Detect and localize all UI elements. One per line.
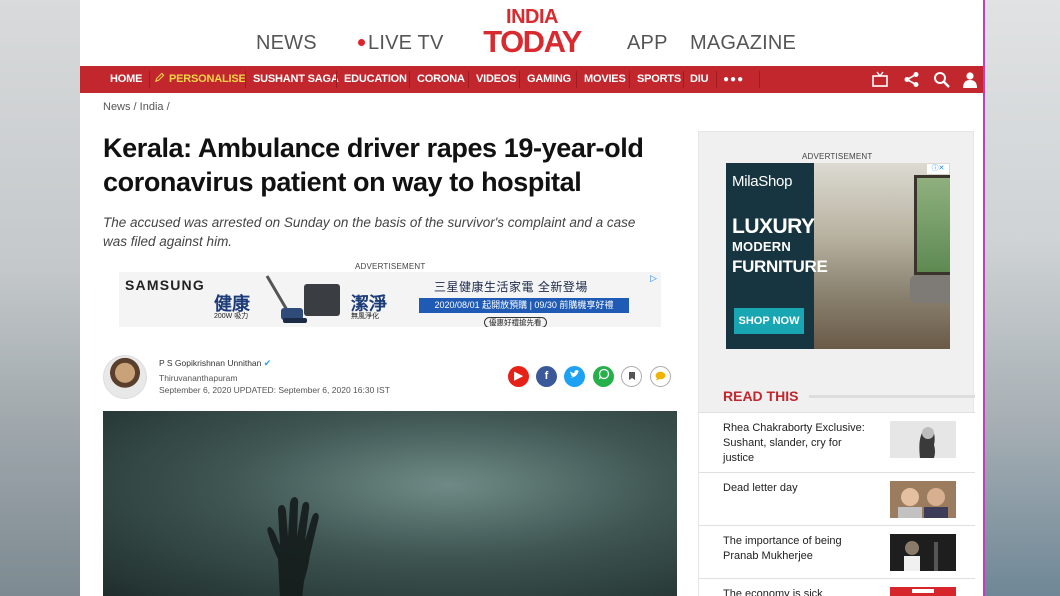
ad-modern-text: MODERN [732,239,791,254]
pencil-icon [154,72,165,83]
breadcrumb[interactable]: News / India / [103,101,170,113]
menu-item-home[interactable]: HOME [110,66,142,93]
menu-divider [149,71,150,88]
article-hero-image [103,411,677,596]
read-this-item[interactable]: The economy is sick [699,578,975,596]
menu-divider [576,71,577,88]
read-this-item-title[interactable]: The importance of being Pranab Mukherjee [723,534,875,564]
article-headline: Kerala: Ambulance driver rapes 19-year-o… [103,133,644,197]
shop-now-button[interactable]: SHOP NOW [734,308,804,334]
article-summary: The accused was arrested on Sunday on th… [103,215,636,249]
ad-text-health-sub: 200W 吸力 [214,313,249,320]
read-this-item-title[interactable]: Rhea Chakraborty Exclusive: Sushant, sla… [723,421,875,466]
read-this-heading: READ THIS [723,388,799,404]
ad-text-clean-sub: 無風淨化 [351,313,379,320]
menu-item-gaming[interactable]: GAMING [527,66,571,93]
menu-item-sushant-saga[interactable]: SUSHANT SAGA [253,66,339,93]
logo-line-2: TODAY [483,24,582,59]
menu-item-corona[interactable]: CORONA [417,66,465,93]
user-icon[interactable] [961,71,979,88]
ad-dates-banner: 2020/08/01 起開放預購 | 09/30 前購機享好禮 [419,298,629,313]
read-this-item[interactable]: Dead letter day [699,472,975,525]
adchoices-icon[interactable]: ▷ [650,273,657,284]
air-purifier-product-image [304,284,340,316]
nav-news-link[interactable]: NEWS [256,32,317,55]
menu-item-personalise[interactable]: PERSONALISE [154,66,246,93]
menu-divider [409,71,410,88]
sofa-image [910,275,950,303]
youtube-icon[interactable]: ▶ [508,366,529,387]
menu-divider [245,71,246,88]
ad-headline: 三星健康生活家電 全新登場 [434,280,588,294]
live-dot-icon [358,39,365,46]
comment-icon[interactable] [650,366,671,387]
vacuum-product-image [265,275,307,323]
ad-luxury-text: LUXURY [732,215,815,238]
share-icon[interactable] [903,71,921,88]
read-this-thumbnail[interactable] [890,534,956,571]
window-image [914,175,950,275]
advertisement-label: ADVERTISEMENT [355,262,426,271]
ad-brand-logo: SAMSUNG [125,277,205,293]
india-today-logo[interactable]: INDIA TODAY [476,7,588,59]
milashop-logo: MilaShop [732,173,793,190]
page: NEWS LIVE TV INDIA TODAY APP MAGAZINE HO… [80,0,983,596]
author-name-text: P S Gopikrishnan Unnithan [159,358,262,368]
sidebar: ADVERTISEMENT MilaShop LUXURY MODERN FUR… [698,131,975,596]
menu-item-education[interactable]: EDUCATION [344,66,407,93]
sidebar-advertisement-label: ADVERTISEMENT [802,152,873,161]
nav-magazine-link[interactable]: MAGAZINE [690,32,796,55]
article-date: September 6, 2020 UPDATED: September 6, … [159,385,390,395]
menu-divider [716,71,717,88]
menu-item-videos[interactable]: VIDEOS [476,66,517,93]
read-this-item-title[interactable]: Dead letter day [723,481,875,496]
read-this-item[interactable]: The importance of being Pranab Mukherjee [699,525,975,578]
read-this-thumbnail[interactable] [890,421,956,458]
read-this-thumbnail[interactable] [890,587,956,596]
author-location: Thiruvananthapuram [159,373,238,383]
menu-divider [468,71,469,88]
facebook-icon[interactable]: f [536,366,557,387]
menu-item-sports[interactable]: SPORTS [637,66,681,93]
menu-divider [683,71,684,88]
menu-item-personalise-label: PERSONALISE [169,73,246,85]
twitter-icon[interactable] [564,366,585,387]
nav-live-tv-link[interactable]: LIVE TV [358,32,444,55]
menu-more-button[interactable]: ●●● [723,66,744,93]
menu-divider [629,71,630,88]
read-this-thumbnail[interactable] [890,481,956,518]
section-menu-bar: HOME PERSONALISE SUSHANT SAGA EDUCATION … [80,66,983,93]
read-this-divider [809,395,975,398]
menu-item-diu[interactable]: DIU [690,66,709,93]
read-this-item-title[interactable]: The economy is sick [723,587,875,596]
menu-divider [519,71,520,88]
background-right [983,0,1060,596]
twitter-bird-icon[interactable]: ✔ [264,358,272,368]
hand-silhouette-image [267,497,319,596]
menu-divider [759,71,760,88]
menu-item-movies[interactable]: MOVIES [584,66,626,93]
author-avatar[interactable] [103,355,147,399]
furniture-room-image [814,163,950,349]
whatsapp-icon[interactable] [593,366,614,387]
sidebar-advertisement[interactable]: MilaShop LUXURY MODERN FURNITURE SHOP NO… [726,163,950,349]
ad-furniture-text: FURNITURE [732,257,828,276]
background-left [0,0,80,596]
top-navigation: NEWS LIVE TV INDIA TODAY APP MAGAZINE [80,0,983,66]
menu-divider [336,71,337,88]
bookmark-icon[interactable] [621,366,642,387]
search-icon[interactable] [933,71,951,88]
ad-cta-button[interactable]: 優惠好禮搶先看 [484,317,547,327]
banner-advertisement[interactable]: SAMSUNG 健康 200W 吸力 潔淨 無風淨化 三星健康生活家電 全新登場… [119,272,661,327]
tv-icon[interactable] [871,71,889,88]
read-this-item[interactable]: Rhea Chakraborty Exclusive: Sushant, sla… [699,412,975,472]
nav-live-tv-label: LIVE TV [368,32,444,54]
author-name[interactable]: P S Gopikrishnan Unnithan ✔ [159,358,271,369]
adchoices-icon[interactable]: ⓘ✕ [927,164,949,174]
nav-app-link[interactable]: APP [627,32,668,55]
